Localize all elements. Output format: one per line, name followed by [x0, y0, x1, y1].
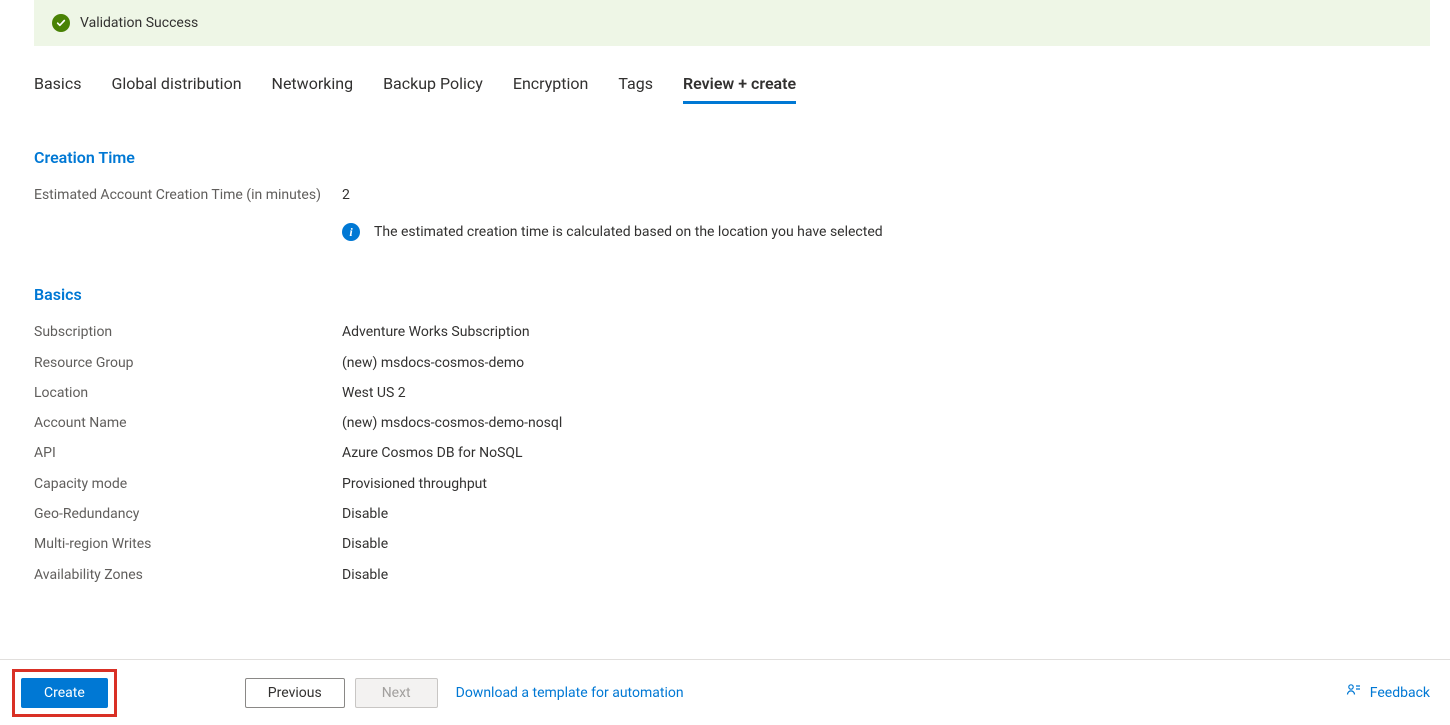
label-subscription: Subscription: [34, 322, 342, 342]
tab-global-distribution[interactable]: Global distribution: [111, 74, 241, 104]
value-estimated-time: 2: [342, 185, 350, 205]
row-availability-zones: Availability Zones Disable: [34, 565, 1430, 585]
row-multi-region-writes: Multi-region Writes Disable: [34, 534, 1430, 554]
label-availability-zones: Availability Zones: [34, 565, 342, 585]
row-estimated-time: Estimated Account Creation Time (in minu…: [34, 185, 1430, 205]
value-location: West US 2: [342, 383, 406, 403]
label-resource-group: Resource Group: [34, 353, 342, 373]
label-api: API: [34, 443, 342, 463]
section-heading-basics: Basics: [34, 285, 1430, 304]
value-multi-region-writes: Disable: [342, 534, 388, 554]
value-subscription: Adventure Works Subscription: [342, 322, 530, 342]
success-check-icon: [52, 14, 70, 32]
value-api: Azure Cosmos DB for NoSQL: [342, 443, 523, 463]
wizard-tabs: Basics Global distribution Networking Ba…: [34, 46, 1430, 104]
next-button: Next: [355, 678, 438, 708]
row-account-name: Account Name (new) msdocs-cosmos-demo-no…: [34, 413, 1430, 433]
tab-tags[interactable]: Tags: [618, 74, 653, 104]
row-capacity-mode: Capacity mode Provisioned throughput: [34, 474, 1430, 494]
validation-text: Validation Success: [80, 15, 198, 31]
tab-basics[interactable]: Basics: [34, 74, 81, 104]
label-multi-region-writes: Multi-region Writes: [34, 534, 342, 554]
previous-button[interactable]: Previous: [245, 678, 345, 708]
tab-review-create[interactable]: Review + create: [683, 74, 796, 104]
row-geo-redundancy: Geo-Redundancy Disable: [34, 504, 1430, 524]
value-resource-group: (new) msdocs-cosmos-demo: [342, 353, 524, 373]
label-account-name: Account Name: [34, 413, 342, 433]
row-subscription: Subscription Adventure Works Subscriptio…: [34, 322, 1430, 342]
tab-backup-policy[interactable]: Backup Policy: [383, 74, 483, 104]
label-location: Location: [34, 383, 342, 403]
row-api: API Azure Cosmos DB for NoSQL: [34, 443, 1430, 463]
feedback-icon: [1346, 683, 1362, 703]
feedback-link[interactable]: Feedback: [1346, 683, 1430, 703]
footer-bar: Create Previous Next Download a template…: [0, 659, 1450, 725]
info-note-text: The estimated creation time is calculate…: [374, 224, 883, 240]
row-location: Location West US 2: [34, 383, 1430, 403]
tab-networking[interactable]: Networking: [272, 74, 354, 104]
create-button[interactable]: Create: [21, 678, 108, 708]
feedback-label: Feedback: [1370, 685, 1430, 701]
info-note: i The estimated creation time is calcula…: [342, 223, 1430, 241]
download-template-link[interactable]: Download a template for automation: [456, 685, 684, 701]
label-geo-redundancy: Geo-Redundancy: [34, 504, 342, 524]
value-availability-zones: Disable: [342, 565, 388, 585]
create-button-highlight: Create: [12, 669, 117, 717]
validation-banner: Validation Success: [34, 0, 1430, 46]
label-estimated-time: Estimated Account Creation Time (in minu…: [34, 185, 342, 205]
row-resource-group: Resource Group (new) msdocs-cosmos-demo: [34, 353, 1430, 373]
value-capacity-mode: Provisioned throughput: [342, 474, 487, 494]
tab-encryption[interactable]: Encryption: [513, 74, 589, 104]
value-account-name: (new) msdocs-cosmos-demo-nosql: [342, 413, 562, 433]
section-heading-creation-time: Creation Time: [34, 148, 1430, 167]
info-icon: i: [342, 223, 360, 241]
value-geo-redundancy: Disable: [342, 504, 388, 524]
label-capacity-mode: Capacity mode: [34, 474, 342, 494]
